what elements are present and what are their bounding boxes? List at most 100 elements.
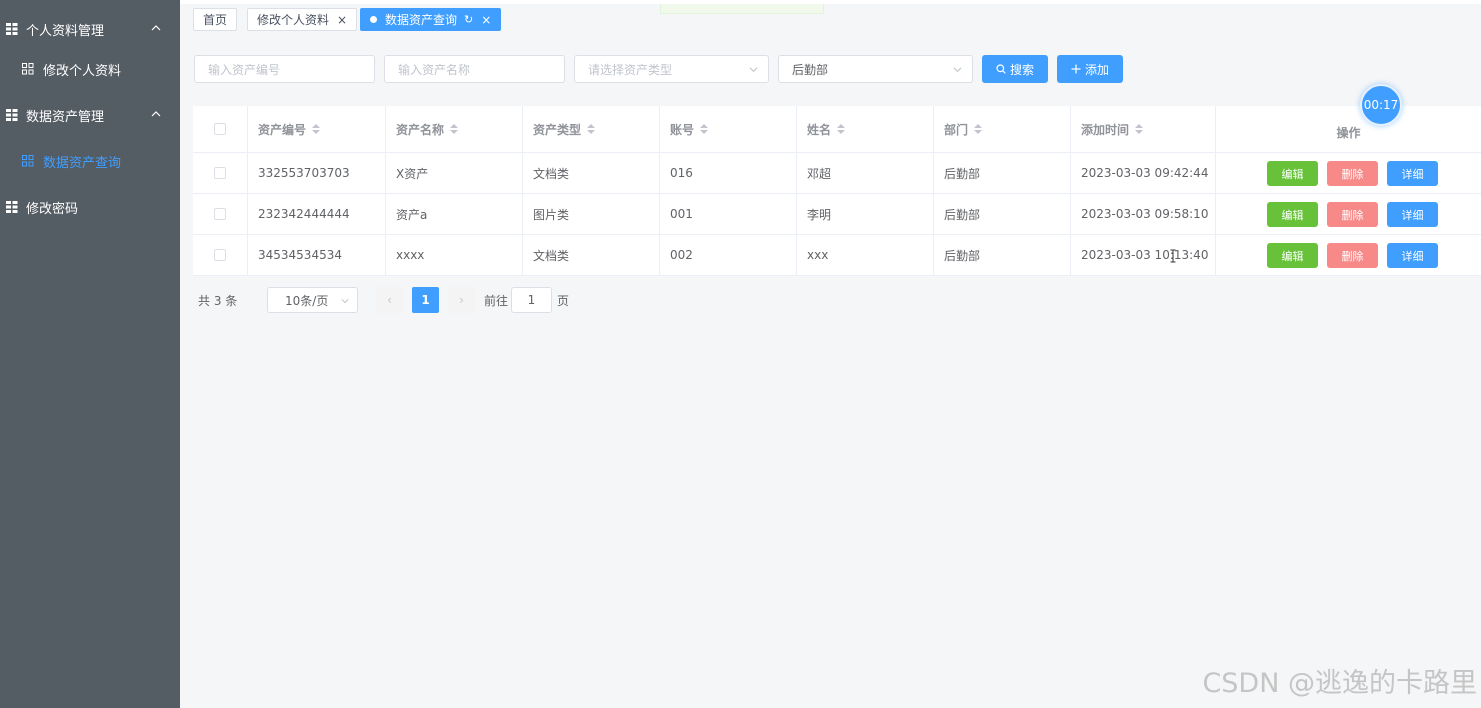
watermark: CSDN @逃逸的卡路里: [1202, 668, 1477, 699]
sort-icon[interactable]: [974, 124, 983, 134]
header-asset-no[interactable]: 资产编号: [248, 106, 386, 152]
cell-asset-name: 资产a: [386, 194, 523, 234]
close-icon[interactable]: ×: [337, 13, 347, 27]
edit-button[interactable]: 编辑: [1267, 243, 1318, 268]
cell-time: 2023-03-03 09:42:44: [1071, 153, 1216, 193]
header-label: 部门: [944, 122, 969, 137]
table-header: 资产编号 资产名称 资产类型 账号 姓名 部门 添加时间 操作: [193, 106, 1481, 153]
page-1-button[interactable]: 1: [412, 287, 439, 313]
delete-button[interactable]: 删除: [1327, 243, 1378, 268]
sidebar-item-edit-profile[interactable]: 修改个人资料: [0, 46, 180, 92]
pagination: 共 3 条 10条/页 ‹ 1 › 前往 1 页: [198, 287, 618, 313]
department-select[interactable]: 后勤部: [778, 55, 973, 83]
sidebar-group-profile[interactable]: 个人资料管理: [0, 6, 180, 52]
grid-icon: [6, 109, 18, 121]
header-label: 添加时间: [1081, 122, 1130, 137]
sidebar-group-label: 个人资料管理: [26, 23, 105, 39]
page-suffix: 页: [557, 294, 570, 308]
edit-button[interactable]: 编辑: [1267, 161, 1318, 186]
cell-time: 2023-03-03 10:13:40: [1071, 235, 1216, 275]
sort-icon[interactable]: [587, 124, 596, 134]
cell-asset-type: 文档类: [523, 153, 660, 193]
sort-icon[interactable]: [450, 124, 459, 134]
search-button[interactable]: 搜索: [982, 55, 1048, 83]
cell-department: 后勤部: [934, 235, 1071, 275]
header-label: 账号: [670, 122, 695, 137]
delete-button[interactable]: 删除: [1327, 161, 1378, 186]
header-person[interactable]: 姓名: [797, 106, 934, 152]
detail-button[interactable]: 详细: [1387, 243, 1438, 268]
header-asset-type[interactable]: 资产类型: [523, 106, 660, 152]
row-checkbox[interactable]: [214, 249, 226, 261]
tab-bar: 首页 修改个人资料 × 数据资产查询 ↻ ×: [180, 0, 1481, 36]
goto-page-input[interactable]: 1: [511, 287, 552, 313]
message-toast: [660, 4, 824, 14]
sidebar: 个人资料管理 修改个人资料 数据资产管理 数据资产查询 修改密码: [0, 0, 180, 708]
grid-icon: [6, 201, 18, 213]
sidebar-item-label: 修改个人资料: [43, 63, 122, 79]
header-asset-name[interactable]: 资产名称: [386, 106, 523, 152]
asset-no-input[interactable]: 输入资产编号: [194, 55, 375, 83]
sidebar-group-data-assets[interactable]: 数据资产管理: [0, 92, 180, 138]
asset-type-select[interactable]: 请选择资产类型: [574, 55, 769, 83]
row-select-cell: [193, 235, 248, 275]
sidebar-item-label: 数据资产查询: [43, 155, 122, 171]
header-label: 资产类型: [533, 122, 582, 137]
cell-actions: 编辑 删除 详细: [1216, 153, 1481, 193]
sort-icon[interactable]: [700, 124, 709, 134]
tab-label: 数据资产查询: [385, 13, 458, 27]
sort-icon[interactable]: [1135, 124, 1144, 134]
select-all-checkbox[interactable]: [214, 123, 226, 135]
row-checkbox[interactable]: [214, 167, 226, 179]
tab-asset-query[interactable]: 数据资产查询 ↻ ×: [360, 8, 502, 31]
detail-button[interactable]: 详细: [1387, 202, 1438, 227]
prev-page-button[interactable]: ‹: [376, 287, 403, 313]
sort-icon[interactable]: [837, 124, 846, 134]
chevron-down-icon: [749, 67, 758, 73]
row-select-cell: [193, 194, 248, 234]
header-label: 操作: [1336, 125, 1361, 140]
header-time[interactable]: 添加时间: [1071, 106, 1216, 152]
total-count: 共 3 条: [198, 293, 238, 308]
asset-type-placeholder: 请选择资产类型: [588, 62, 673, 77]
cell-account: 016: [660, 153, 797, 193]
chevron-down-icon: [953, 67, 962, 73]
edit-button[interactable]: 编辑: [1267, 202, 1318, 227]
sidebar-item-asset-query[interactable]: 数据资产查询: [0, 138, 180, 184]
sort-icon[interactable]: [312, 124, 321, 134]
cell-time: 2023-03-03 09:58:10: [1071, 194, 1216, 234]
header-account[interactable]: 账号: [660, 106, 797, 152]
delete-button[interactable]: 删除: [1327, 202, 1378, 227]
tab-home[interactable]: 首页: [193, 8, 238, 31]
main-content: 首页 修改个人资料 × 数据资产查询 ↻ × 输入资产编号 输入资产名称 请选择…: [180, 0, 1481, 708]
sidebar-item-change-password[interactable]: 修改密码: [0, 184, 180, 230]
cell-asset-type: 图片类: [523, 194, 660, 234]
apps-icon: [22, 63, 34, 75]
close-icon[interactable]: ×: [481, 13, 491, 27]
header-department[interactable]: 部门: [934, 106, 1071, 152]
chevron-up-icon: [151, 111, 161, 117]
refresh-icon[interactable]: ↻: [464, 13, 473, 26]
asset-table: 资产编号 资产名称 资产类型 账号 姓名 部门 添加时间 操作 33255370…: [193, 106, 1481, 276]
text-cursor-icon: [1170, 249, 1176, 263]
cell-account: 001: [660, 194, 797, 234]
detail-button[interactable]: 详细: [1387, 161, 1438, 186]
cell-asset-name: X资产: [386, 153, 523, 193]
next-page-button[interactable]: ›: [448, 287, 475, 313]
table-row: 34534534534 xxxx 文档类 002 xxx 后勤部 2023-03…: [193, 235, 1481, 276]
goto-label: 前往: [484, 294, 509, 308]
add-button[interactable]: 添加: [1057, 55, 1123, 83]
page-size-select[interactable]: 10条/页: [267, 287, 358, 313]
grid-icon: [6, 23, 18, 35]
cell-person: 邓超: [797, 153, 934, 193]
chevron-up-icon: [151, 25, 161, 31]
sidebar-group-label: 数据资产管理: [26, 109, 105, 125]
row-checkbox[interactable]: [214, 208, 226, 220]
select-all-cell: [193, 106, 248, 152]
add-label: 添加: [1084, 62, 1109, 77]
search-icon: [996, 64, 1006, 74]
asset-name-input[interactable]: 输入资产名称: [384, 55, 565, 83]
row-select-cell: [193, 153, 248, 193]
chevron-down-icon: [341, 299, 349, 304]
tab-edit-profile[interactable]: 修改个人资料 ×: [247, 8, 358, 31]
